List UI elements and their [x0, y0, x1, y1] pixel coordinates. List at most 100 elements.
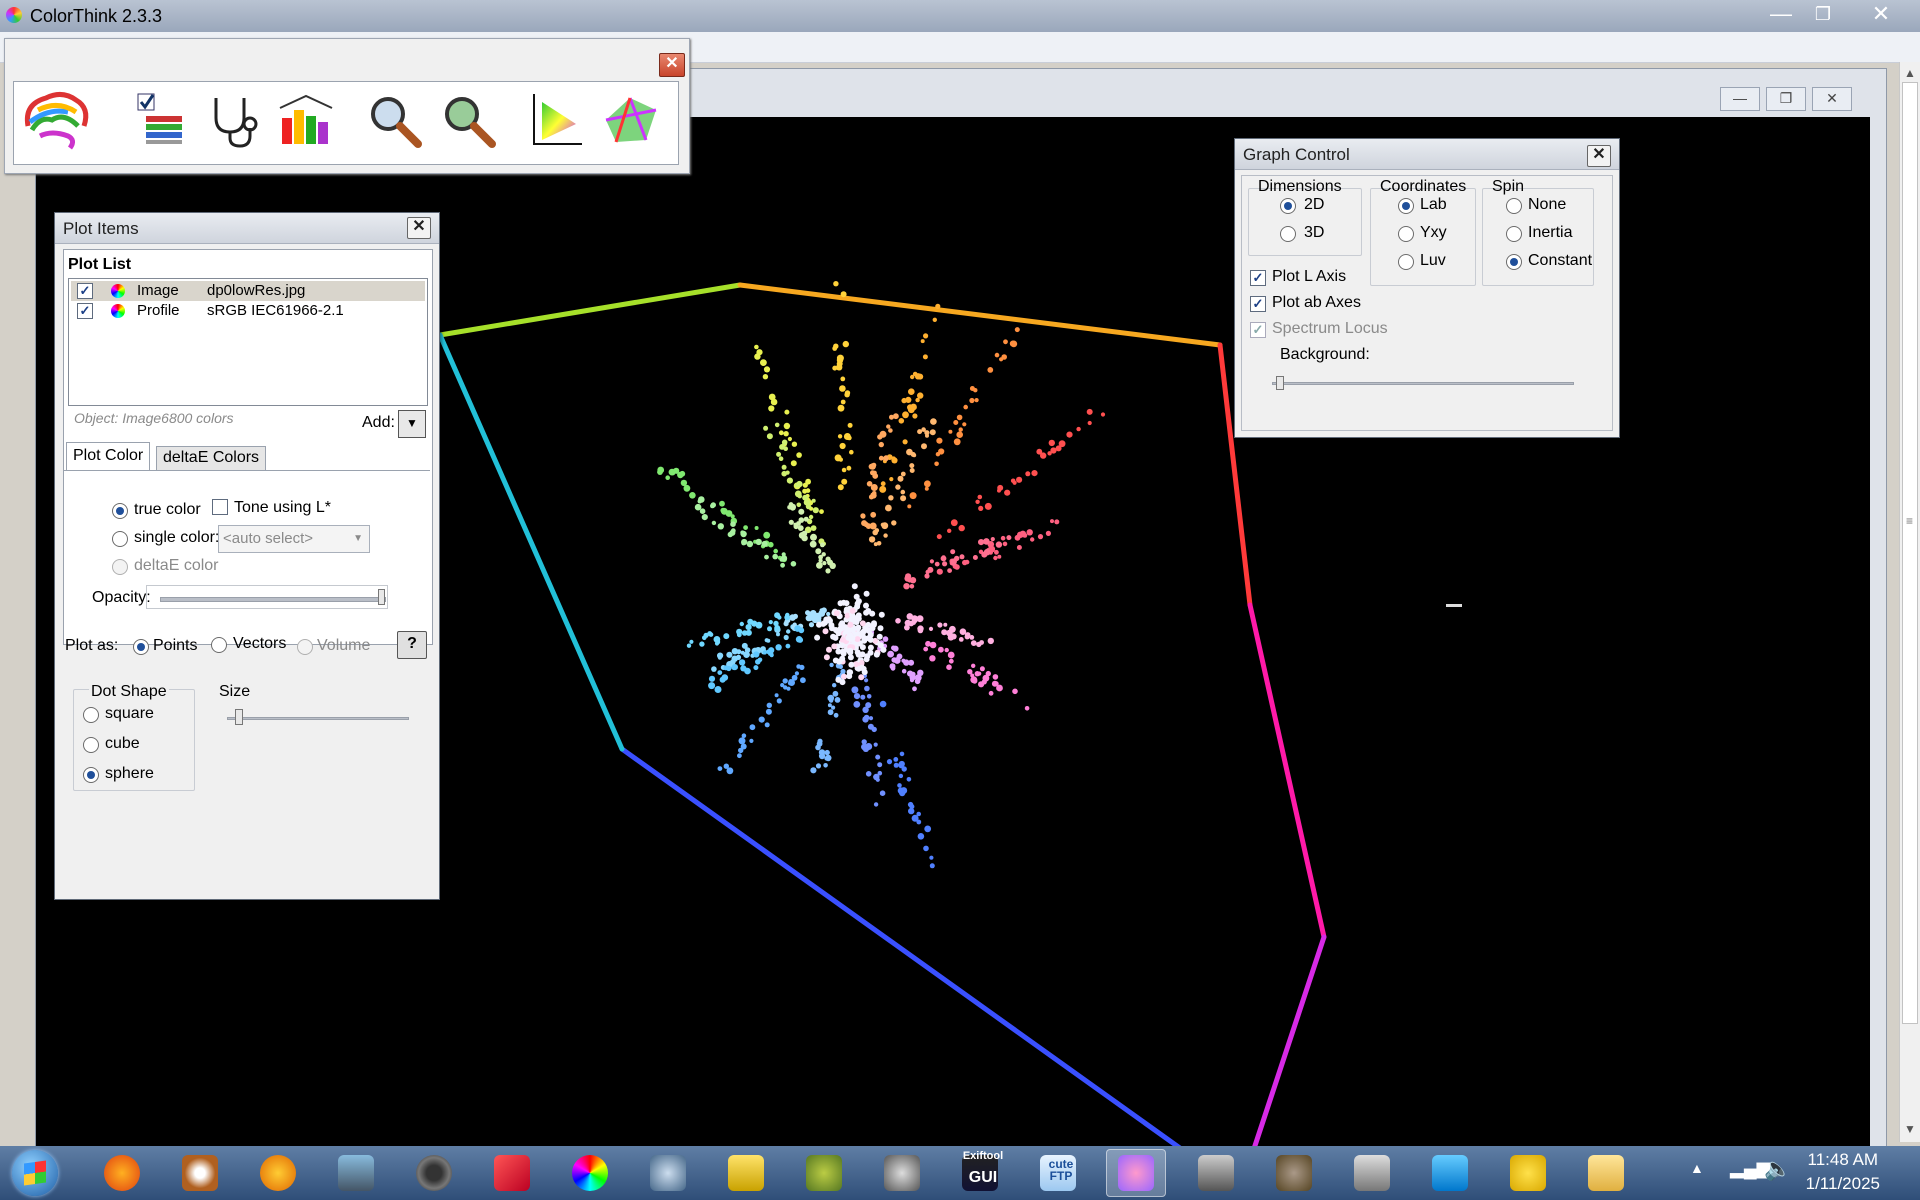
close-button[interactable]: ✕ — [1858, 0, 1904, 30]
color-point — [935, 303, 941, 309]
scroll-down-arrow[interactable]: ▼ — [1904, 1122, 1916, 1136]
plot-as-points-radio[interactable] — [133, 639, 149, 655]
taskbar-button-microscope[interactable] — [1186, 1149, 1246, 1197]
tray-overflow-icon[interactable]: ▲ — [1690, 1160, 1704, 1176]
vertical-scrollbar[interactable]: ▲ ≡ ▼ — [1899, 62, 1920, 1142]
start-button[interactable] — [12, 1150, 58, 1196]
dim-2d-radio[interactable] — [1280, 198, 1296, 214]
color-point — [776, 698, 782, 704]
mdi-minimize-button[interactable]: — — [1720, 87, 1760, 111]
plot-list-box[interactable]: ✓ Image dp0lowRes.jpg ✓ Profile sRGB IEC… — [68, 278, 428, 406]
taskbar-button-settings-alert[interactable] — [1498, 1149, 1558, 1197]
taskbar-button-sky[interactable] — [1420, 1149, 1480, 1197]
single-color-radio[interactable] — [112, 531, 128, 547]
plot-ab-axes-checkbox[interactable]: ✓ — [1250, 296, 1266, 312]
plot-l-axis-checkbox[interactable]: ✓ — [1250, 270, 1266, 286]
taskbar-button-file-explorer[interactable] — [1576, 1149, 1636, 1197]
mdi-restore-button[interactable]: ❐ — [1766, 87, 1806, 111]
plot-items-close-button[interactable]: ✕ — [407, 217, 431, 239]
tab-deltae-colors[interactable]: deltaE Colors — [156, 446, 267, 471]
gamut-bars-icon[interactable] — [276, 90, 336, 150]
taskbar-button-photo-camera[interactable] — [326, 1149, 386, 1197]
dot-sphere-radio[interactable] — [83, 767, 99, 783]
image-visible-checkbox[interactable]: ✓ — [77, 283, 93, 299]
taskbar-button-ruler[interactable] — [716, 1149, 776, 1197]
taskbar-button-colorimeter[interactable] — [872, 1149, 932, 1197]
taskbar-button-hex-editor[interactable] — [638, 1149, 698, 1197]
color-point — [790, 460, 797, 467]
taskbar-button-color-wheel[interactable] — [560, 1149, 620, 1197]
color-point — [895, 618, 901, 624]
size-slider[interactable] — [227, 717, 409, 720]
true-color-radio[interactable] — [112, 503, 128, 519]
color-point — [934, 461, 939, 467]
taskbar-button-firefox[interactable] — [92, 1149, 152, 1197]
taskbar-button-colorthink[interactable] — [1106, 1149, 1166, 1197]
coord-luv-radio[interactable] — [1398, 254, 1414, 270]
profile-visible-checkbox[interactable]: ✓ — [77, 303, 93, 319]
stethoscope-icon[interactable] — [204, 90, 264, 150]
spin-inertia-radio[interactable] — [1506, 226, 1522, 242]
background-slider-thumb[interactable] — [1276, 376, 1284, 390]
maximize-button[interactable]: ❐ — [1800, 0, 1846, 30]
clock[interactable]: 11:48 AM 1/11/2025 — [1806, 1150, 1880, 1194]
minimize-button[interactable]: — — [1758, 0, 1804, 30]
plot-as-vectors-radio[interactable] — [211, 637, 227, 653]
taskbar-button-xnview[interactable] — [248, 1149, 308, 1197]
volume-icon[interactable]: 🔈 — [1764, 1156, 1791, 1182]
tab-plot-color[interactable]: Plot Color — [66, 442, 151, 471]
gamut-3d-icon[interactable] — [600, 90, 660, 150]
coord-yxy-radio[interactable] — [1398, 226, 1414, 242]
add-dropdown-button[interactable]: ▼ — [398, 410, 426, 438]
zoom-out-icon[interactable] — [438, 90, 498, 150]
deltae-color-radio[interactable] — [112, 559, 128, 575]
color-point — [780, 562, 785, 568]
coord-lab-radio[interactable] — [1398, 198, 1414, 214]
plot-as-volume-radio[interactable] — [297, 639, 313, 655]
dot-square-radio[interactable] — [83, 707, 99, 723]
tools-close-button[interactable]: ✕ — [659, 53, 685, 77]
background-slider[interactable] — [1272, 382, 1574, 385]
taskbar-button-gimp[interactable] — [1264, 1149, 1324, 1197]
spin-none-radio[interactable] — [1506, 198, 1522, 214]
color-point — [875, 777, 880, 782]
color-point — [958, 427, 963, 432]
scroll-thumb[interactable] — [1902, 82, 1918, 1024]
taskbar-button-affinity-photo[interactable] — [482, 1149, 542, 1197]
spin-constant-radio[interactable] — [1506, 254, 1522, 270]
dim-3d-radio[interactable] — [1280, 226, 1296, 242]
color-point — [864, 678, 869, 683]
clock-time: 11:48 AM — [1807, 1150, 1879, 1169]
scroll-up-arrow[interactable]: ▲ — [1904, 66, 1916, 80]
single-color-select[interactable]: <auto select> ▼ — [218, 525, 370, 553]
image-list-icon[interactable] — [132, 90, 192, 150]
plot-list-row-profile[interactable]: ✓ Profile sRGB IEC61966-2.1 — [71, 301, 425, 321]
gamut-2d-icon[interactable] — [526, 90, 586, 150]
graph-control-close-button[interactable]: ✕ — [1587, 145, 1611, 167]
taskbar-button-lens[interactable] — [404, 1149, 464, 1197]
spectrum-locus-checkbox[interactable]: ✓ — [1250, 322, 1266, 338]
taskbar-button-faststone-eye[interactable] — [170, 1149, 230, 1197]
color-point — [900, 489, 906, 495]
color-point — [765, 708, 772, 715]
color-point — [860, 514, 866, 519]
plot-list-row-image[interactable]: ✓ Image dp0lowRes.jpg — [71, 281, 425, 301]
dot-cube-radio[interactable] — [83, 737, 99, 753]
brain-icon[interactable] — [18, 86, 94, 158]
size-slider-thumb[interactable] — [235, 709, 243, 725]
taskbar-button-chameleon[interactable] — [794, 1149, 854, 1197]
color-point — [726, 651, 733, 658]
tab-body: true color Tone using L* single color: <… — [64, 470, 430, 643]
color-point — [697, 499, 702, 504]
taskbar-button-scanner[interactable] — [1342, 1149, 1402, 1197]
color-point — [879, 430, 887, 438]
color-point — [869, 463, 876, 470]
help-button[interactable]: ? — [397, 631, 427, 659]
zoom-in-icon[interactable] — [364, 90, 424, 150]
color-point — [917, 669, 924, 676]
color-point — [929, 855, 934, 860]
mdi-close-button[interactable]: ✕ — [1812, 87, 1852, 111]
tone-using-l-checkbox[interactable] — [212, 499, 228, 515]
gamut-edge — [619, 746, 1243, 1194]
profile-color-wheel-icon — [111, 304, 125, 318]
